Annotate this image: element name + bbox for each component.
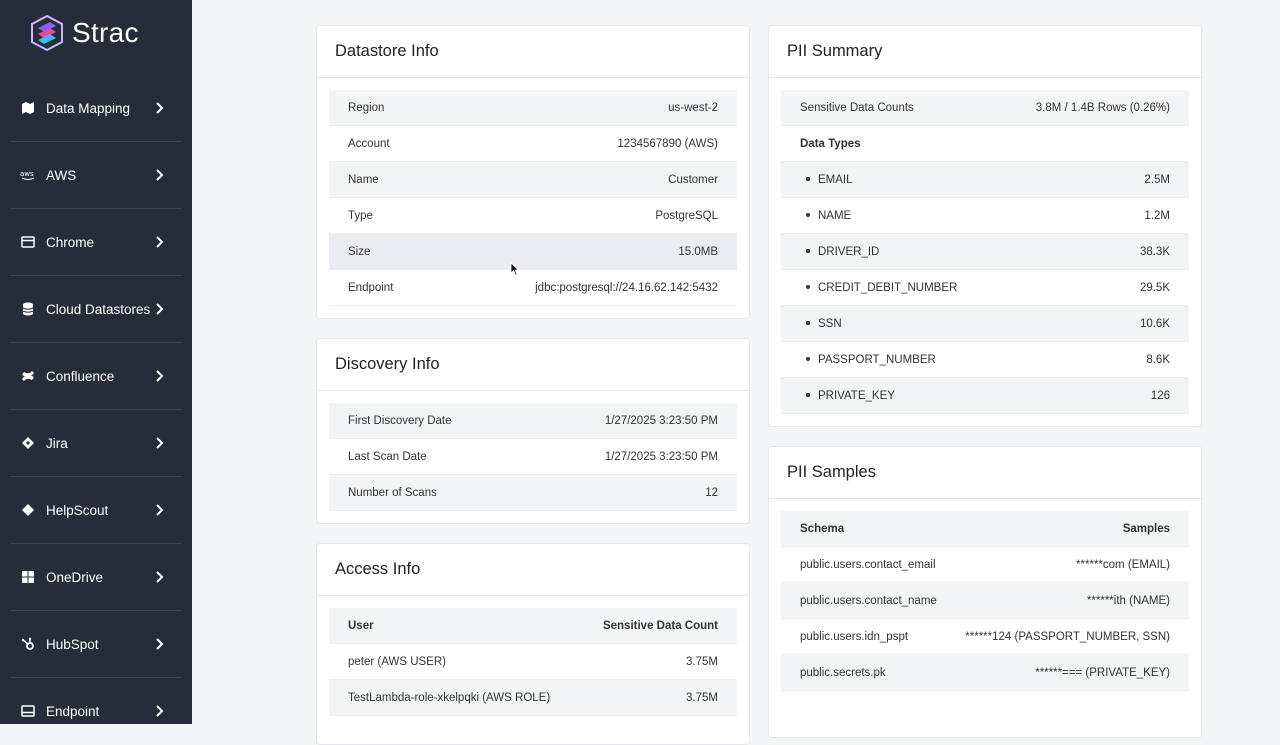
- info-row-region: Region us-west-2: [329, 90, 737, 126]
- database-icon: [20, 301, 36, 317]
- browser-icon: [20, 234, 36, 250]
- confluence-icon: [20, 368, 36, 384]
- table-row: public.users.idn_pspt ******124 (PASSPORT…: [781, 619, 1189, 655]
- brand-logo[interactable]: Strac: [28, 14, 139, 52]
- sidebar-item-label: Confluence: [46, 368, 115, 384]
- access-info-card: Access Info User Sensitive Data Count pet…: [316, 543, 750, 745]
- bullet-icon: [806, 321, 810, 326]
- data-types-heading: Data Types: [781, 126, 1189, 162]
- table-header: User Sensitive Data Count: [329, 608, 737, 644]
- access-info-title: Access Info: [317, 544, 749, 596]
- info-row-last-scan: Last Scan Date 1/27/2025 3:23:50 PM: [329, 439, 737, 475]
- sidebar-item-label: AWS: [46, 167, 77, 183]
- table-row: public.secrets.pk ******=== (PRIVATE_KEY): [781, 655, 1189, 691]
- mouse-cursor-icon: [510, 262, 520, 276]
- sidebar-item-label: Data Mapping: [46, 100, 131, 116]
- datastore-info-list: Region us-west-2 Account 1234567890 (AWS) …: [329, 90, 737, 306]
- table-row: TestLambda-role-xkelpqki (AWS ROLE) 3.75M: [329, 680, 737, 716]
- sidebar-item-confluence[interactable]: Confluence: [10, 343, 182, 410]
- bullet-icon: [806, 177, 810, 182]
- sidebar-item-chrome[interactable]: Chrome: [10, 209, 182, 276]
- table-header: Schema Samples: [781, 511, 1189, 547]
- info-row-endpoint: Endpoint jdbc:postgresql://24.16.62.142:5…: [329, 270, 737, 306]
- chevron-right-icon: [156, 370, 164, 382]
- chevron-right-icon: [156, 169, 164, 181]
- column-header-count: Sensitive Data Count: [602, 619, 718, 632]
- datastore-info-title: Datastore Info: [317, 26, 749, 78]
- data-type-row: NAME 1.2M: [781, 198, 1189, 234]
- chevron-right-icon: [156, 705, 164, 717]
- sidebar-item-cloud-datastores[interactable]: Cloud Datastores: [10, 276, 182, 343]
- sidebar-item-hubspot[interactable]: HubSpot: [10, 611, 182, 678]
- info-row-size: Size 15.0MB: [329, 234, 737, 270]
- discovery-info-list: First Discovery Date 1/27/2025 3:23:50 PM…: [329, 403, 737, 511]
- pii-summary-title: PII Summary: [769, 26, 1201, 78]
- bullet-icon: [806, 213, 810, 218]
- chevron-right-icon: [156, 303, 164, 315]
- sensitive-count-row: Sensitive Data Counts 3.8M / 1.4B Rows (0…: [781, 90, 1189, 126]
- sidebar-item-label: HelpScout: [46, 502, 109, 518]
- windows-icon: [20, 569, 36, 585]
- helpscout-icon: [20, 502, 36, 518]
- datastore-info-card: Datastore Info Region us-west-2 Account 12…: [316, 25, 750, 319]
- data-type-row: DRIVER_ID 38.3K: [781, 234, 1189, 270]
- column-header-schema: Schema: [800, 522, 845, 535]
- sidebar-item-label: OneDrive: [46, 569, 104, 585]
- info-row-type: Type PostgreSQL: [329, 198, 737, 234]
- pii-summary-card: PII Summary Sensitive Data Counts 3.8M / …: [768, 25, 1202, 427]
- discovery-info-title: Discovery Info: [317, 339, 749, 391]
- sidebar-item-endpoint[interactable]: Endpoint: [10, 678, 182, 724]
- data-type-row: PRIVATE_KEY 126: [781, 378, 1189, 414]
- sidebar-item-label: Chrome: [46, 234, 95, 250]
- bullet-icon: [806, 249, 810, 254]
- chevron-right-icon: [156, 437, 164, 449]
- map-icon: [20, 100, 36, 116]
- pii-samples-table: Schema Samples public.users.contact_email…: [781, 511, 1189, 691]
- pii-samples-card: PII Samples Schema Samples public.users.c…: [768, 446, 1202, 738]
- discovery-info-card: Discovery Info First Discovery Date 1/27/…: [316, 338, 750, 524]
- sidebar-nav: Data Mapping aws AWS Chrome Cloud Datast…: [10, 75, 182, 724]
- sidebar-item-label: Cloud Datastores: [46, 301, 151, 317]
- aws-icon: aws: [20, 167, 36, 183]
- sidebar-item-label: Jira: [46, 435, 68, 451]
- pii-samples-title: PII Samples: [769, 447, 1201, 499]
- sidebar-item-helpscout[interactable]: HelpScout: [10, 477, 182, 544]
- bullet-icon: [806, 357, 810, 362]
- info-row-first-discovery: First Discovery Date 1/27/2025 3:23:50 PM: [329, 403, 737, 439]
- data-type-row: SSN 10.6K: [781, 306, 1189, 342]
- info-row-name: Name Customer: [329, 162, 737, 198]
- data-type-row: PASSPORT_NUMBER 8.6K: [781, 342, 1189, 378]
- sidebar-item-onedrive[interactable]: OneDrive: [10, 544, 182, 611]
- sidebar-item-data-mapping[interactable]: Data Mapping: [10, 75, 182, 142]
- sidebar-item-label: HubSpot: [46, 636, 99, 652]
- brand-name: Strac: [72, 17, 139, 48]
- jira-icon: [20, 435, 36, 451]
- svg-text:aws: aws: [20, 170, 34, 178]
- sidebar-item-aws[interactable]: aws AWS: [10, 142, 182, 209]
- sidebar-item-label: Endpoint: [46, 703, 100, 719]
- strac-logo-icon: [31, 14, 63, 52]
- chevron-right-icon: [156, 236, 164, 248]
- access-info-table: User Sensitive Data Count peter (AWS USER…: [329, 608, 737, 716]
- column-header-samples: Samples: [1122, 522, 1170, 535]
- sidebar: Strac Data Mapping aws AWS Chrome Cloud …: [0, 0, 192, 724]
- table-row: public.users.contact_email ******com (EMA…: [781, 547, 1189, 583]
- data-type-row: CREDIT_DEBIT_NUMBER 29.5K: [781, 270, 1189, 306]
- chevron-right-icon: [156, 571, 164, 583]
- info-row-scan-count: Number of Scans 12: [329, 475, 737, 511]
- chevron-right-icon: [156, 638, 164, 650]
- pii-summary-list: Sensitive Data Counts 3.8M / 1.4B Rows (0…: [781, 90, 1189, 414]
- sidebar-item-jira[interactable]: Jira: [10, 410, 182, 477]
- info-row-account: Account 1234567890 (AWS): [329, 126, 737, 162]
- bullet-icon: [806, 393, 810, 398]
- chevron-right-icon: [156, 504, 164, 516]
- chevron-right-icon: [156, 102, 164, 114]
- data-type-row: EMAIL 2.5M: [781, 162, 1189, 198]
- endpoint-icon: [20, 703, 36, 719]
- table-row: public.users.contact_name ******ith (NAME…: [781, 583, 1189, 619]
- table-row: peter (AWS USER) 3.75M: [329, 644, 737, 680]
- hubspot-icon: [20, 636, 36, 652]
- column-header-user: User: [348, 619, 374, 632]
- bullet-icon: [806, 285, 810, 290]
